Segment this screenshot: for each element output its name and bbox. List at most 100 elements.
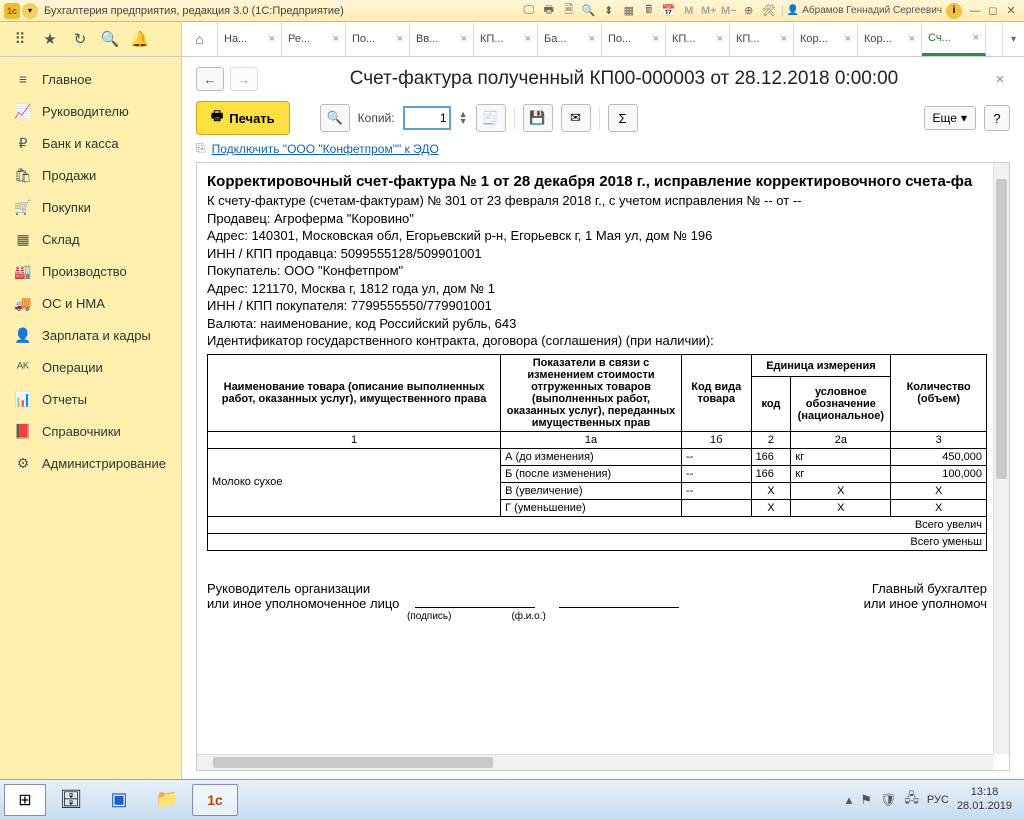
sidebar-item-10[interactable]: 📊Отчеты	[0, 383, 181, 415]
sidebar-item-6[interactable]: 🏭Производство	[0, 255, 181, 287]
more-button[interactable]: Еще ▾	[924, 106, 976, 130]
tab-close-icon[interactable]: ×	[333, 33, 339, 45]
tray-network-icon[interactable]: 🖧	[904, 789, 919, 811]
bell-icon[interactable]: 🔔	[128, 27, 152, 51]
tab-close-icon[interactable]: ×	[589, 33, 595, 45]
save-button[interactable]: 💾	[523, 104, 553, 132]
m-minus-icon[interactable]: M−	[720, 3, 738, 19]
sum-button[interactable]: Σ	[608, 104, 638, 132]
sidebar-item-5[interactable]: ▦Склад	[0, 223, 181, 255]
user-indicator[interactable]: 👤 Абрамов Геннадий Сергеевич	[782, 5, 946, 16]
tabs-overflow[interactable]: ▾	[1002, 22, 1024, 56]
tab-close-icon[interactable]: ×	[781, 33, 787, 45]
sidebar-item-8[interactable]: 👤Зарплата и кадры	[0, 319, 181, 351]
sidebar-item-1[interactable]: 📈Руководителю	[0, 95, 181, 127]
tray-clock[interactable]: 13:18 28.01.2019	[957, 786, 1012, 812]
tab-11[interactable]: Сч...×	[922, 22, 986, 56]
calendar-icon[interactable]: 📅	[660, 3, 678, 19]
nav-forward-button[interactable]: →	[230, 67, 258, 91]
preview-button[interactable]: 🔍	[320, 104, 350, 132]
tab-7[interactable]: КП...×	[666, 22, 730, 56]
sidebar-item-12[interactable]: ⚙Администрирование	[0, 447, 181, 479]
calc-icon[interactable]: 🖩	[640, 3, 658, 19]
tab-4[interactable]: КП...×	[474, 22, 538, 56]
task-1c[interactable]: 1c	[192, 784, 238, 816]
tab-close-icon[interactable]: ×	[461, 33, 467, 45]
search-icon[interactable]: 🔍	[98, 27, 122, 51]
compare-icon[interactable]: ⬍	[600, 3, 618, 19]
tab-close-icon[interactable]: ×	[653, 33, 659, 45]
sidebar-item-4[interactable]: 🛒Покупки	[0, 191, 181, 223]
sig-right-1: Главный бухгалтер	[864, 581, 987, 596]
task-explorer[interactable]: 📁	[144, 784, 190, 816]
horizontal-scrollbar[interactable]	[197, 754, 993, 770]
tray-lang[interactable]: РУС	[927, 794, 949, 806]
tools-icon[interactable]: 🛠	[760, 3, 778, 19]
tab-8[interactable]: КП...×	[730, 22, 794, 56]
tab-0[interactable]: На...×	[218, 22, 282, 56]
sidebar-item-7[interactable]: 🚚ОС и НМА	[0, 287, 181, 319]
sidebar-item-3[interactable]: 🛍Продажи	[0, 159, 181, 191]
start-button[interactable]: ⊞	[4, 784, 46, 816]
tray-up-icon[interactable]: ▴	[846, 792, 853, 808]
minimize-button[interactable]: —	[966, 3, 984, 19]
tab-close-icon[interactable]: ×	[909, 33, 915, 45]
sidebar-icon: 👤	[14, 326, 32, 344]
home-button[interactable]: ⌂	[182, 22, 218, 56]
help-button[interactable]: ?	[984, 105, 1010, 131]
m-plus-icon[interactable]: M+	[700, 3, 718, 19]
app-menu-dropdown[interactable]: ▾	[22, 3, 38, 19]
sidebar-item-2[interactable]: ₽Банк и касса	[0, 127, 181, 159]
sidebar-label: Руководителю	[42, 104, 129, 119]
user-icon: 👤	[787, 5, 799, 16]
email-button[interactable]: ✉	[561, 104, 591, 132]
grid-icon[interactable]: ▦	[620, 3, 638, 19]
m-icon[interactable]: M	[680, 3, 698, 19]
tray-flag-icon[interactable]: ⚑	[860, 792, 872, 808]
task-server[interactable]: 🗄	[48, 784, 94, 816]
favorite-icon[interactable]: ★	[38, 27, 62, 51]
tab-close-icon[interactable]: ×	[973, 32, 979, 44]
nav-back-button[interactable]: ←	[196, 67, 224, 91]
system-tray: ▴ ⚑ 🛡 🖧 РУС 13:18 28.01.2019	[846, 786, 1020, 812]
apps-icon[interactable]: ⠿	[8, 27, 32, 51]
task-powershell[interactable]: ▣	[96, 784, 142, 816]
sidebar-item-11[interactable]: 📕Справочники	[0, 415, 181, 447]
tab-close-icon[interactable]: ×	[845, 33, 851, 45]
tab-6[interactable]: По...×	[602, 22, 666, 56]
tab-2[interactable]: По...×	[346, 22, 410, 56]
preview-icon[interactable]: 🔍	[580, 3, 598, 19]
main-toolbar: ⠿ ★ ↻ 🔍 🔔 ⌂ На...×Ре...×По...×Вв...×КП..…	[0, 22, 1024, 57]
page-close-button[interactable]: ×	[990, 71, 1010, 88]
edo-link[interactable]: Подключить "ООО "Конфетпром"" к ЭДО	[212, 142, 439, 156]
tab-5[interactable]: Ба...×	[538, 22, 602, 56]
tab-9[interactable]: Кор...×	[794, 22, 858, 56]
history-icon[interactable]: ↻	[68, 27, 92, 51]
tb-icon-1[interactable]: 🖵	[520, 3, 538, 19]
tab-1[interactable]: Ре...×	[282, 22, 346, 56]
print-button[interactable]: 🖶 Печать	[196, 101, 290, 135]
copies-spinner[interactable]: ▲▼	[459, 111, 468, 125]
sidebar-item-9[interactable]: ᴬᴷОперации	[0, 351, 181, 383]
doc-line-5: Адрес: 121170, Москва г, 1812 года ул, д…	[207, 280, 987, 298]
tab-close-icon[interactable]: ×	[269, 33, 275, 45]
tab-close-icon[interactable]: ×	[397, 33, 403, 45]
table-settings-button[interactable]: 🧾	[476, 104, 506, 132]
sidebar-item-0[interactable]: ≡Главное	[0, 63, 181, 95]
copies-input[interactable]	[403, 106, 451, 130]
doc-table: Наименование товара (описание выполненны…	[207, 354, 987, 551]
maximize-button[interactable]: ◻	[984, 3, 1002, 19]
info-icon[interactable]: i	[946, 3, 962, 19]
vertical-scrollbar[interactable]	[993, 163, 1009, 754]
tab-close-icon[interactable]: ×	[717, 33, 723, 45]
tab-3[interactable]: Вв...×	[410, 22, 474, 56]
tab-10[interactable]: Кор...×	[858, 22, 922, 56]
tab-close-icon[interactable]: ×	[525, 33, 531, 45]
document-scroll[interactable]: Корректировочный счет-фактура № 1 от 28 …	[201, 167, 993, 754]
content-area: ← → Счет-фактура полученный КП00-000003 …	[182, 57, 1024, 779]
tray-shield-icon[interactable]: 🛡	[880, 792, 897, 808]
close-button[interactable]: ✕	[1002, 3, 1020, 19]
print-icon[interactable]: 🖶	[540, 3, 558, 19]
document-icon[interactable]: 🗎	[560, 3, 578, 19]
zoom-icon[interactable]: ⊕	[740, 3, 758, 19]
